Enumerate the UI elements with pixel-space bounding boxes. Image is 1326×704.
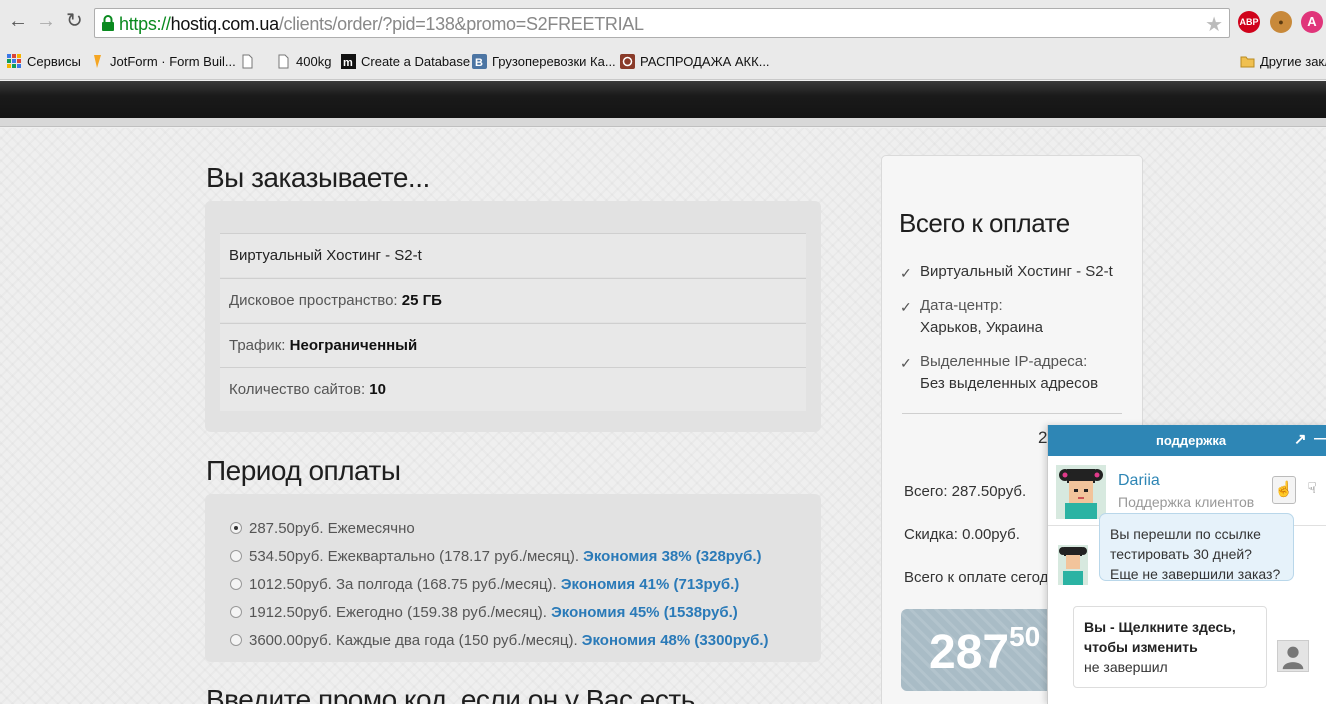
order-sites-row: Количество сайтов: 10 [220, 367, 806, 411]
agent-name: Dariia [1118, 472, 1160, 489]
site-header-bar [0, 81, 1326, 118]
chat-messages: Вы перешли по ссылке тестировать 30 дней… [1048, 513, 1326, 704]
radio-icon[interactable] [230, 634, 242, 646]
radio-icon[interactable] [230, 578, 242, 590]
promo-heading: Введите промо код, если он у Вас есть [206, 684, 695, 704]
order-heading: Вы заказываете... [206, 162, 430, 193]
summary-item-datacenter: Дата-центр: Харьков, Украина [920, 297, 1043, 336]
check-icon: ✓ [900, 299, 912, 315]
order-disk-row: Дисковое пространство: 25 ГБ [220, 278, 806, 322]
lock-icon [102, 15, 114, 31]
popout-icon[interactable]: ↗ [1294, 430, 1307, 448]
forward-arrow-icon[interactable]: → [36, 9, 56, 33]
thumbs-down-icon[interactable]: ☟ [1300, 476, 1324, 504]
summary-item-product: Виртуальный Хостинг - S2-t [920, 263, 1113, 280]
extension-a-icon[interactable]: A [1301, 11, 1323, 33]
agent-message-avatar [1058, 545, 1088, 585]
order-panel: Виртуальный Хостинг - S2-t Дисковое прос… [205, 201, 821, 432]
radio-selected-icon[interactable] [230, 522, 242, 534]
summary-total: Всего: 287.50руб. [904, 483, 1027, 500]
check-icon: ✓ [900, 265, 912, 281]
cookie-icon[interactable]: ● [1270, 11, 1292, 33]
bookmark-other[interactable]: Другие закл [1240, 54, 1326, 70]
url-text: https://hostiq.com.ua/clients/order/?pid… [119, 14, 644, 34]
vk-icon: B [472, 54, 487, 69]
minimize-icon[interactable]: — [1314, 430, 1326, 447]
bookmark-rasprodazha[interactable]: РАСПРОДАЖА АКК... [620, 54, 770, 70]
blank-page-icon [242, 54, 253, 69]
agent-avatar [1056, 465, 1106, 519]
summary-title: Всего к оплате [899, 208, 1070, 238]
agent-message-bubble: Вы перешли по ссылке тестировать 30 дней… [1099, 513, 1294, 581]
svg-text:m: m [343, 57, 353, 69]
address-bar[interactable]: https://hostiq.com.ua/clients/order/?pid… [94, 8, 1230, 38]
chat-title: поддержка [1156, 433, 1227, 448]
order-product-row: Виртуальный Хостинг - S2-t [220, 233, 806, 277]
bookmark-services[interactable]: Сервисы [7, 54, 81, 70]
record-icon [620, 54, 635, 69]
support-chat-widget[interactable]: поддержка ↗ — Dariia Поддержка клиентов … [1047, 425, 1326, 704]
reload-icon[interactable]: ↻ [66, 9, 83, 33]
summary-discount: Скидка: 0.00руб. [904, 526, 1020, 543]
radio-icon[interactable] [230, 550, 242, 562]
radio-icon[interactable] [230, 606, 242, 618]
chat-header[interactable]: поддержка ↗ — [1048, 425, 1326, 456]
period-option-monthly[interactable]: 287.50руб. Ежемесячно [230, 519, 415, 539]
period-option-quarterly[interactable]: 534.50руб. Ежеквартально (178.17 руб./ме… [230, 547, 762, 567]
bookmark-400kg[interactable]: 400kg [276, 54, 331, 70]
m-logo-icon: m [341, 54, 356, 69]
thumbs-up-icon[interactable]: ☝ [1272, 476, 1296, 504]
period-panel: 287.50руб. Ежемесячно 534.50руб. Ежеквар… [205, 494, 821, 662]
bookmark-star-icon[interactable]: ★ [1205, 12, 1223, 37]
apps-grid-icon [7, 54, 21, 68]
user-message-bubble[interactable]: Вы - Щелкните здесь, чтобы изменить не з… [1073, 606, 1267, 688]
site-header-divider [0, 118, 1326, 127]
back-arrow-icon[interactable]: ← [8, 9, 28, 33]
bookmark-create-database[interactable]: m Create a Database [341, 54, 470, 70]
order-traffic-row: Трафик: Неограниченный [220, 323, 806, 367]
period-heading: Период оплаты [206, 455, 401, 486]
summary-item-ip: Выделенные IP-адреса: Без выделенных адре… [920, 353, 1099, 392]
agent-role: Поддержка клиентов [1118, 494, 1255, 510]
user-change-name-prompt[interactable]: Вы - Щелкните здесь, чтобы изменить [1084, 617, 1256, 657]
jotform-icon [94, 55, 101, 68]
summary-today: Всего к оплате сегодня [904, 569, 1065, 586]
user-status: не завершил [1084, 659, 1168, 675]
folder-icon [1240, 56, 1255, 68]
period-option-twoyears[interactable]: 3600.00руб. Каждые два года (150 руб./ме… [230, 631, 769, 651]
period-option-yearly[interactable]: 1912.50руб. Ежегодно (159.38 руб./месяц)… [230, 603, 738, 623]
bookmark-gruzoperevozki[interactable]: B Грузоперевозки Ка... [472, 54, 616, 70]
adblock-icon[interactable]: ABP [1238, 11, 1260, 33]
summary-divider [902, 413, 1122, 414]
bookmarks-bar: Сервисы JotForm · Form Buil... 400kg m Cr… [0, 46, 1326, 80]
bookmark-blank[interactable] [240, 54, 260, 70]
svg-text:B: B [475, 57, 483, 69]
user-avatar-icon [1277, 640, 1309, 672]
period-option-halfyear[interactable]: 1012.50руб. За полгода (168.75 руб./меся… [230, 575, 739, 595]
browser-toolbar: ← → ↻ https://hostiq.com.ua/clients/orde… [0, 0, 1326, 46]
page-icon [278, 54, 289, 69]
bookmark-jotform[interactable]: JotForm · Form Buil... [90, 54, 236, 70]
check-icon: ✓ [900, 355, 912, 371]
